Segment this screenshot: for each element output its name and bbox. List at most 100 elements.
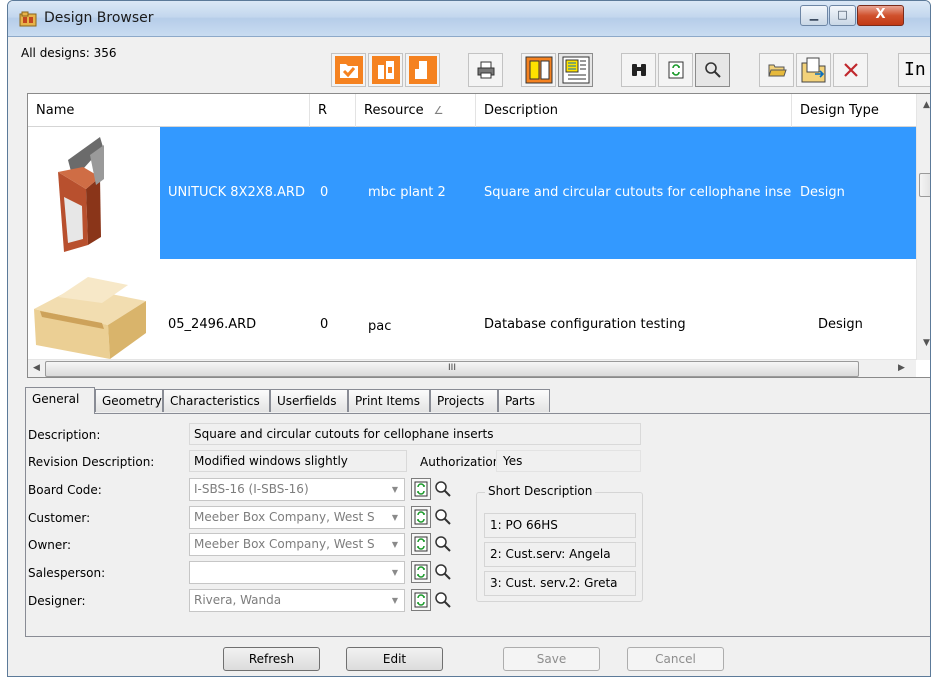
- orange-design-button[interactable]: [368, 53, 403, 87]
- maximize-button[interactable]: □: [829, 5, 856, 26]
- revision-description-field[interactable]: Modified windows slightly: [189, 450, 407, 472]
- vertical-scroll-thumb[interactable]: [919, 173, 930, 197]
- horizontal-scrollbar[interactable]: ◀ III ▶: [28, 359, 916, 377]
- description-field[interactable]: Square and circular cutouts for cellopha…: [189, 423, 641, 445]
- search-icon: [435, 481, 451, 497]
- salesperson-select[interactable]: ▼: [189, 561, 405, 584]
- scroll-down-icon[interactable]: ▼: [923, 338, 930, 348]
- binoculars-icon: [631, 64, 646, 76]
- board-code-select[interactable]: I-SBS-16 (I-SBS-16) ▼: [189, 478, 405, 501]
- salesperson-search-button[interactable]: [433, 561, 453, 583]
- export-folder-icon: [801, 57, 825, 83]
- tab-print-items[interactable]: Print Items: [348, 389, 430, 412]
- toolbar: All designs: 356 In: [18, 38, 930, 93]
- scroll-right-icon[interactable]: ▶: [898, 363, 905, 373]
- scroll-left-icon[interactable]: ◀: [33, 363, 40, 373]
- authorization-label: Authorization:: [420, 455, 505, 469]
- folder-open-orange-icon: [334, 56, 363, 84]
- row-design-type: Design: [800, 185, 845, 200]
- designer-label: Designer:: [28, 594, 86, 608]
- title-bar[interactable]: Design Browser ▁ □ X: [8, 1, 930, 37]
- sort-indicator-icon: ∠: [433, 104, 444, 117]
- cancel-button[interactable]: Cancel: [627, 647, 724, 671]
- vertical-scrollbar[interactable]: ▲ ▼: [916, 94, 930, 360]
- refresh-icon: [414, 509, 428, 525]
- designer-refresh-button[interactable]: [411, 589, 431, 611]
- search-icon: [435, 564, 451, 580]
- tab-userfields[interactable]: Userfields: [270, 389, 348, 412]
- row-name: 05_2496.ARD: [168, 317, 257, 332]
- save-button[interactable]: Save: [503, 647, 600, 671]
- design-browser-window: Design Browser ▁ □ X All designs: 356 In…: [7, 0, 931, 677]
- short-description-group: Short Description 1: PO 66HS 2: Cust.ser…: [476, 484, 643, 602]
- scroll-up-icon[interactable]: ▲: [923, 100, 930, 110]
- refresh-icon: [414, 564, 428, 580]
- owner-select[interactable]: Meeber Box Company, West S ▼: [189, 533, 405, 556]
- table-row[interactable]: UNITUCK 8X2X8.ARD 0 mbc plant 2 Square a…: [28, 127, 916, 259]
- search-icon: [435, 509, 451, 525]
- customer-refresh-button[interactable]: [411, 506, 431, 528]
- salesperson-refresh-button[interactable]: [411, 561, 431, 583]
- customer-select[interactable]: Meeber Box Company, West S ▼: [189, 506, 405, 529]
- authorization-field[interactable]: Yes: [496, 450, 641, 472]
- delete-button[interactable]: [833, 53, 868, 87]
- short-description-line[interactable]: 3: Cust. serv.2: Greta: [484, 571, 636, 596]
- database-button[interactable]: [558, 53, 593, 87]
- close-button[interactable]: X: [857, 5, 904, 26]
- design-count: All designs: 356: [21, 46, 117, 60]
- design-thumbnail-image: [28, 127, 160, 259]
- row-resource: pac: [368, 319, 392, 334]
- tab-characteristics[interactable]: Characteristics: [163, 389, 270, 412]
- delete-icon: [843, 63, 858, 77]
- row-design-type: Design: [818, 317, 863, 332]
- revision-description-label: Revision Description:: [28, 455, 155, 469]
- board-code-refresh-button[interactable]: [411, 478, 431, 500]
- board-code-search-button[interactable]: [433, 478, 453, 500]
- minimize-button[interactable]: ▁: [800, 5, 828, 26]
- owner-refresh-button[interactable]: [411, 533, 431, 555]
- horizontal-scroll-thumb[interactable]: III: [45, 361, 859, 377]
- owner-search-button[interactable]: [433, 533, 453, 555]
- short-description-line[interactable]: 1: PO 66HS: [484, 513, 636, 538]
- grid-header: Name R Resource ∠ Description Design Type: [28, 94, 916, 127]
- database-icon: [562, 56, 589, 84]
- export-folder-button[interactable]: [796, 53, 831, 87]
- tab-projects[interactable]: Projects: [430, 389, 498, 412]
- salesperson-label: Salesperson:: [28, 566, 106, 580]
- edit-button[interactable]: Edit: [346, 647, 443, 671]
- column-header-design-type[interactable]: Design Type: [792, 94, 916, 127]
- print-icon: [477, 61, 494, 79]
- tab-general[interactable]: General: [25, 387, 95, 414]
- column-header-name[interactable]: Name: [28, 94, 310, 127]
- refresh-button[interactable]: Refresh: [223, 647, 320, 671]
- maximize-icon: □: [837, 8, 848, 21]
- tab-geometry[interactable]: Geometry: [95, 389, 163, 412]
- refresh-toolbar-button[interactable]: [658, 53, 693, 87]
- refresh-icon: [414, 536, 428, 552]
- row-resource: mbc plant 2: [368, 185, 446, 200]
- open-folder-button[interactable]: [759, 53, 794, 87]
- search-toolbar-button[interactable]: [695, 53, 730, 87]
- customer-search-button[interactable]: [433, 506, 453, 528]
- refresh-icon: [668, 61, 683, 79]
- print-button[interactable]: [468, 53, 503, 87]
- orange-folder-button[interactable]: [331, 53, 366, 87]
- short-description-line[interactable]: 2: Cust.serv: Angela: [484, 542, 636, 567]
- column-header-description[interactable]: Description: [476, 94, 792, 127]
- column-header-revision[interactable]: R: [310, 94, 356, 127]
- designs-grid: Name R Resource ∠ Description Design Type…: [27, 93, 930, 378]
- chevron-down-icon: ▼: [386, 479, 404, 500]
- layout-button[interactable]: [521, 53, 556, 87]
- orange-design-alt-button[interactable]: [405, 53, 440, 87]
- row-revision: 0: [320, 317, 329, 332]
- find-button[interactable]: [621, 53, 656, 87]
- tab-parts[interactable]: Parts: [498, 389, 550, 412]
- designer-search-button[interactable]: [433, 589, 453, 611]
- row-revision: 0: [320, 185, 329, 200]
- row-description: Square and circular cutouts for cellopha…: [484, 185, 792, 200]
- column-header-resource[interactable]: Resource ∠: [356, 94, 476, 127]
- chevron-down-icon: ▼: [386, 534, 404, 555]
- designer-select[interactable]: Rivera, Wanda ▼: [189, 589, 405, 612]
- app-icon: [19, 11, 37, 27]
- in-toolbar-button[interactable]: In: [898, 53, 930, 87]
